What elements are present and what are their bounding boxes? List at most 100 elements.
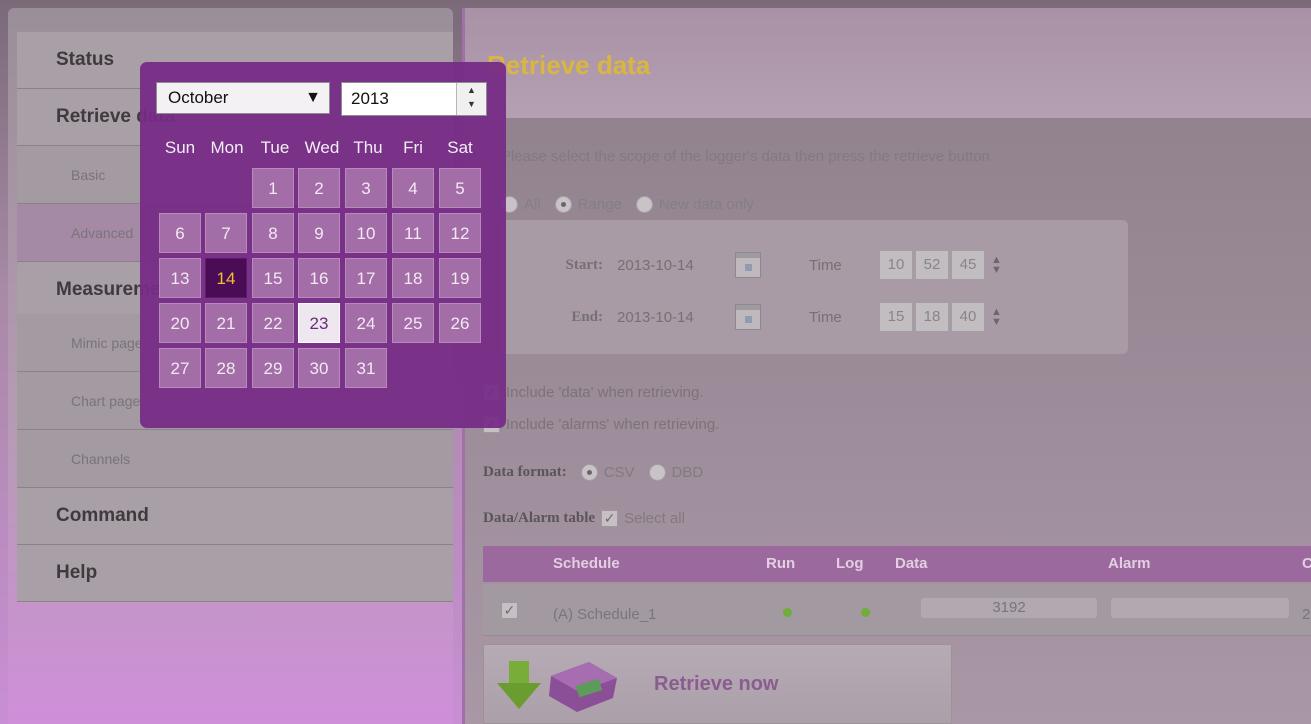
col-data: Data <box>895 555 928 572</box>
calendar-day-19[interactable]: 19 <box>439 258 481 298</box>
page-header: Retrieve data <box>465 8 1311 118</box>
scope-new-data-label: New data only <box>658 196 754 213</box>
include-alarms-row: ✓ Include 'alarms' when retrieving. <box>483 416 719 433</box>
calendar-day-24[interactable]: 24 <box>345 303 387 343</box>
table-row[interactable]: ✓ (A) Schedule_1 3192 2 <box>483 584 1311 636</box>
scope-range-label: Range <box>577 196 622 213</box>
calendar-day-22[interactable]: 22 <box>252 303 294 343</box>
end-date-value: 2013-10-14 <box>617 308 694 326</box>
end-second-input[interactable]: 40 <box>951 302 985 332</box>
calendar-day-14[interactable]: 14 <box>205 258 247 298</box>
col-schedule: Schedule <box>553 555 620 572</box>
calendar-day-31[interactable]: 31 <box>345 348 387 388</box>
data-alarm-table-label: Data/Alarm table <box>483 510 596 526</box>
scope-range-radio[interactable] <box>554 196 572 213</box>
sidebar-item-command[interactable]: Command <box>17 488 453 545</box>
row-select-checkbox[interactable]: ✓ <box>501 602 518 619</box>
format-csv-label: CSV <box>603 464 635 481</box>
alarm-count <box>1111 598 1289 618</box>
col-run: Run <box>766 555 796 572</box>
date-picker-popup: October ▼ 2013 ▲ ▼ Sun Mon Tue Wed Thu Fri Sat 1… <box>140 62 506 428</box>
end-label: End: <box>571 308 603 325</box>
format-dbd-label: DBD <box>671 464 704 481</box>
calendar-day-8[interactable]: 8 <box>252 213 294 253</box>
end-time-label: Time <box>809 308 842 326</box>
start-date-value: 2013-10-14 <box>617 256 694 274</box>
format-dbd-radio[interactable] <box>648 464 666 481</box>
scope-radio-group: All Range New data only <box>493 196 754 213</box>
calendar-day-12[interactable]: 12 <box>439 213 481 253</box>
year-spinner-icon[interactable]: ▲ ▼ <box>456 83 486 115</box>
calendar-day-9[interactable]: 9 <box>298 213 340 253</box>
calendar-icon[interactable] <box>735 304 761 330</box>
retrieve-now-label: Retrieve now <box>654 673 779 695</box>
calendar-day-7[interactable]: 7 <box>205 213 247 253</box>
calendar-day-29[interactable]: 29 <box>252 348 294 388</box>
sidebar-item-help[interactable]: Help <box>17 545 453 602</box>
calendar-day-2[interactable]: 2 <box>298 168 340 208</box>
calendar-day-17[interactable]: 17 <box>345 258 387 298</box>
data-logger-icon <box>549 662 617 712</box>
calendar-day-6[interactable]: 6 <box>159 213 201 253</box>
sidebar-item-label: Status <box>56 49 115 70</box>
page-title: Retrieve data <box>487 50 651 80</box>
calendar-day-18[interactable]: 18 <box>392 258 434 298</box>
end-minute-input[interactable]: 18 <box>915 302 949 332</box>
weekday-wed: Wed <box>304 138 340 157</box>
calendar-day-16[interactable]: 16 <box>298 258 340 298</box>
sidebar-item-label: Advanced <box>71 224 134 241</box>
calendar-day-30[interactable]: 30 <box>298 348 340 388</box>
calendar-day-28[interactable]: 28 <box>205 348 247 388</box>
calendar-icon[interactable] <box>735 252 761 278</box>
end-hour-input[interactable]: 15 <box>879 302 913 332</box>
calendar-day-26[interactable]: 26 <box>439 303 481 343</box>
calendar-day-3[interactable]: 3 <box>345 168 387 208</box>
calendar-day-11[interactable]: 11 <box>392 213 434 253</box>
calendar-day-25[interactable]: 25 <box>392 303 434 343</box>
include-data-row: ✓ Include 'data' when retrieving. <box>483 384 704 401</box>
retrieve-now-button[interactable]: Retrieve now <box>483 644 952 724</box>
sidebar-item-label: Mimic page <box>71 334 143 351</box>
calendar-day-15[interactable]: 15 <box>252 258 294 298</box>
month-select[interactable]: October ▼ <box>156 82 330 114</box>
calendar-day-5[interactable]: 5 <box>439 168 481 208</box>
calendar-day-21[interactable]: 21 <box>205 303 247 343</box>
year-spinner-input[interactable]: 2013 ▲ ▼ <box>341 82 487 116</box>
calendar-day-13[interactable]: 13 <box>159 258 201 298</box>
start-second-input[interactable]: 45 <box>951 250 985 280</box>
start-time-label: Time <box>809 256 842 274</box>
select-all-checkbox[interactable]: ✓ <box>601 510 619 527</box>
main-panel: Retrieve data Please select the scope of… <box>462 8 1311 724</box>
end-time-spinner-icon[interactable]: ▲ ▼ <box>991 307 1002 328</box>
format-csv-radio[interactable] <box>580 464 598 481</box>
calendar-day-10[interactable]: 10 <box>345 213 387 253</box>
calendar-day-23[interactable]: 23 <box>298 303 340 343</box>
range-panel: Start: 2013-10-14 Time 10 52 45 ▲ ▼ End: … <box>500 220 1128 354</box>
weekday-sun: Sun <box>164 138 196 157</box>
sidebar-item-label: Help <box>56 562 98 583</box>
scope-all-label: All <box>524 196 541 213</box>
start-hour-input[interactable]: 10 <box>879 250 913 280</box>
weekday-sat: Sat <box>447 138 473 157</box>
sidebar-item-channels[interactable]: Channels <box>17 430 453 488</box>
sidebar-item-label: Chart page <box>71 392 141 409</box>
extra-value: 2 <box>1302 606 1311 623</box>
scope-new-data-radio[interactable] <box>635 196 653 213</box>
col-alarm: Alarm <box>1108 555 1151 572</box>
run-status-led <box>783 608 792 617</box>
start-row: Start: 2013-10-14 Time 10 52 45 ▲ ▼ <box>500 250 1002 280</box>
data-format-label: Data format: <box>483 464 567 480</box>
sidebar-item-label: Basic <box>71 166 106 183</box>
schedule-name: (A) Schedule_1 <box>553 606 657 623</box>
weekday-thu: Thu <box>353 138 383 157</box>
calendar-day-27[interactable]: 27 <box>159 348 201 388</box>
calendar-day-4[interactable]: 4 <box>392 168 434 208</box>
data-format-row: Data format: CSV DBD <box>483 464 703 481</box>
start-minute-input[interactable]: 52 <box>915 250 949 280</box>
weekday-tue: Tue <box>260 138 290 157</box>
start-time-spinner-icon[interactable]: ▲ ▼ <box>991 255 1002 276</box>
data-count: 3192 <box>921 598 1097 618</box>
calendar-day-1[interactable]: 1 <box>252 168 294 208</box>
include-alarms-label: Include 'alarms' when retrieving. <box>506 416 720 433</box>
calendar-day-20[interactable]: 20 <box>159 303 201 343</box>
